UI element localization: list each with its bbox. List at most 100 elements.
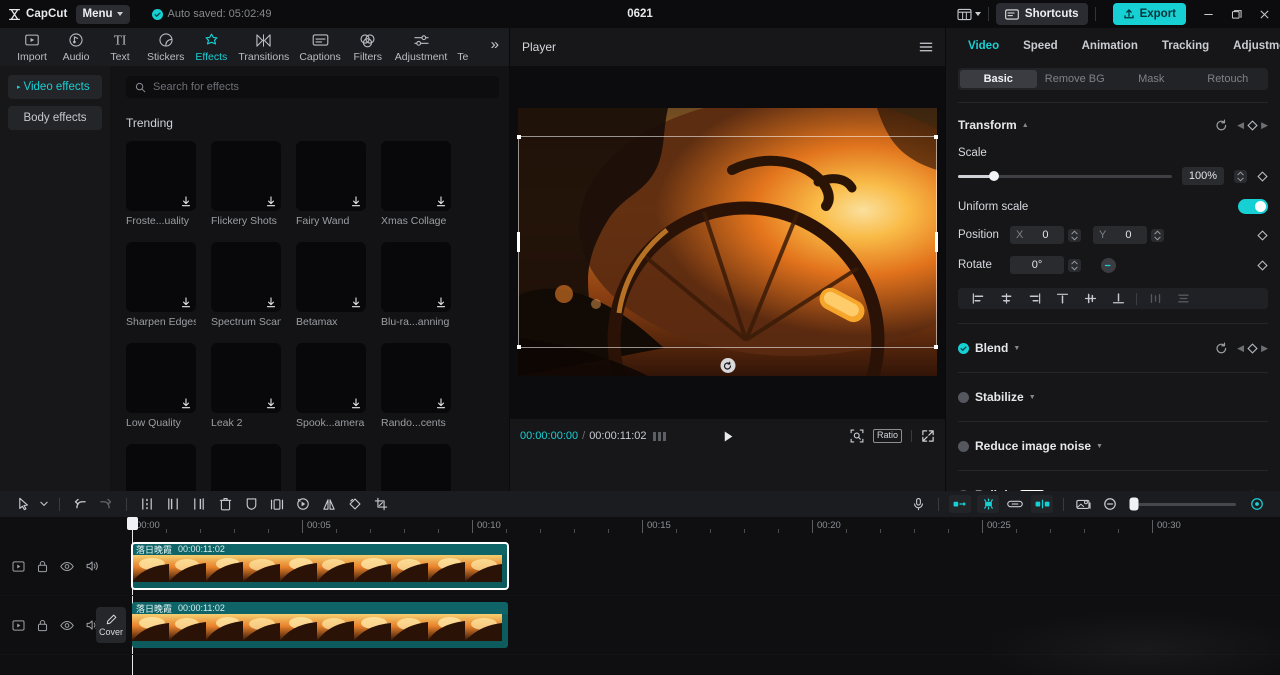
video-preview[interactable] [518,108,937,376]
eye-icon[interactable] [60,561,74,572]
effect-thumbnail[interactable] [126,444,196,491]
chevron-up-icon[interactable]: ▲ [1022,122,1029,129]
scale-keyframe-icon[interactable] [1257,170,1268,182]
effect-cell[interactable] [296,444,366,491]
effect-thumbnail[interactable] [381,343,451,413]
category-body-effects[interactable]: Body effects [8,106,102,130]
tab-adjustment[interactable]: Adjustment [1221,40,1280,52]
reset-icon[interactable] [1215,119,1228,132]
chevron-down-icon[interactable]: ▼ [1029,394,1036,401]
effect-thumbnail[interactable] [211,242,281,312]
scale-slider[interactable] [958,171,1172,181]
scale-slider-handle[interactable] [989,171,1000,181]
download-icon[interactable] [436,297,446,308]
download-icon[interactable] [181,196,191,207]
split-icon[interactable] [134,491,160,517]
crop-icon[interactable] [368,491,394,517]
frame-rate-icon[interactable] [653,431,667,441]
delete-icon[interactable] [212,491,238,517]
trim-left-icon[interactable] [160,491,186,517]
hamburger-icon[interactable] [919,41,933,53]
effect-cell[interactable]: Low Quality [126,343,196,429]
effect-thumbnail[interactable] [211,141,281,211]
magnifier-icon[interactable] [850,429,864,443]
rotate-input[interactable]: 0° [1010,256,1064,274]
microphone-icon[interactable] [905,491,931,517]
export-button[interactable]: Export [1112,3,1186,25]
align-center-vertical-icon[interactable] [1076,293,1104,304]
download-icon[interactable] [181,297,191,308]
link-icon[interactable] [1002,491,1028,517]
segment-retouch[interactable]: Retouch [1190,70,1267,88]
tool-stickers[interactable]: Stickers [142,32,189,63]
effect-thumbnail[interactable] [126,343,196,413]
eye-icon[interactable] [60,620,74,631]
effect-thumbnail[interactable] [126,141,196,211]
preview-icon[interactable] [1071,491,1097,517]
rotate-stepper[interactable] [1068,258,1081,272]
scale-value-input[interactable]: 100% [1182,167,1224,185]
blend-checkbox[interactable] [958,342,969,354]
select-tool-icon[interactable] [10,491,36,517]
menu-button[interactable]: Menu [75,4,130,24]
download-icon[interactable] [436,398,446,409]
chevron-down-icon[interactable]: ▼ [1013,345,1020,352]
download-icon[interactable] [436,196,446,207]
ratio-button[interactable]: Ratio [872,429,902,443]
timeline-clip[interactable]: 落日晚霞 00:00:11:02 [131,542,509,590]
tool-dropdown-caret-icon[interactable] [36,491,52,517]
tab-video[interactable]: Video [958,40,1011,52]
effect-cell[interactable]: Betamax [296,242,366,328]
effect-thumbnail[interactable] [381,141,451,211]
mirror-icon[interactable] [316,491,342,517]
track-type-icon[interactable] [12,619,25,631]
distribute-vertical-icon[interactable] [1169,293,1197,304]
position-y-input[interactable]: Y 0 [1093,226,1147,244]
align-left-icon[interactable] [964,293,992,304]
effect-thumbnail[interactable] [211,444,281,491]
effect-cell[interactable] [211,444,281,491]
effect-thumbnail[interactable] [296,343,366,413]
effect-thumbnail[interactable] [296,242,366,312]
current-timecode[interactable]: 00:00:00:00 [520,430,578,442]
distribute-horizontal-icon[interactable] [1141,293,1169,304]
effect-cell[interactable]: Froste...uality [126,141,196,227]
rotate-icon[interactable] [342,491,368,517]
align-top-icon[interactable] [1048,293,1076,304]
reset-icon[interactable] [1215,342,1228,355]
effect-cell[interactable]: Blu-ra...anning [381,242,451,328]
align-bottom-icon[interactable] [1104,293,1132,304]
reverse-icon[interactable] [290,491,316,517]
download-icon[interactable] [351,297,361,308]
zoom-out-icon[interactable] [1097,491,1123,517]
rotate-keyframe-icon[interactable] [1257,259,1268,271]
chevron-down-icon[interactable]: ▼ [1096,443,1103,450]
effect-thumbnail[interactable] [296,444,366,491]
zoom-in-icon[interactable] [1244,491,1270,517]
position-x-stepper[interactable] [1068,228,1081,242]
effect-cell[interactable]: Flickery Shots [211,141,281,227]
stabilize-checkbox[interactable] [958,391,969,403]
timeline-clip[interactable]: 落日晚霞 00:00:11:02 [132,602,508,648]
download-icon[interactable] [351,196,361,207]
effect-cell[interactable]: Spook...amera [296,343,366,429]
freeze-icon[interactable] [238,491,264,517]
segment-mask[interactable]: Mask [1113,70,1190,88]
play-button[interactable] [721,430,734,443]
tool-filters[interactable]: Filters [346,32,390,63]
tool-text[interactable]: TI Text [98,32,142,62]
track-type-icon[interactable] [12,560,25,572]
tool-transitions[interactable]: Transitions [233,32,294,63]
tab-speed[interactable]: Speed [1011,40,1070,52]
uniform-scale-toggle[interactable] [1238,199,1268,214]
reduce-noise-checkbox[interactable] [958,440,969,452]
download-icon[interactable] [181,398,191,409]
playhead-handle[interactable] [127,517,138,530]
effect-cell[interactable]: Xmas Collage [381,141,451,227]
tool-captions[interactable]: Captions [294,32,345,63]
minimize-button[interactable] [1194,0,1222,28]
effect-thumbnail[interactable] [381,242,451,312]
effect-cell[interactable]: Fairy Wand [296,141,366,227]
search-effects-bar[interactable]: Search for effects [126,76,499,98]
tool-audio[interactable]: Audio [54,32,98,63]
